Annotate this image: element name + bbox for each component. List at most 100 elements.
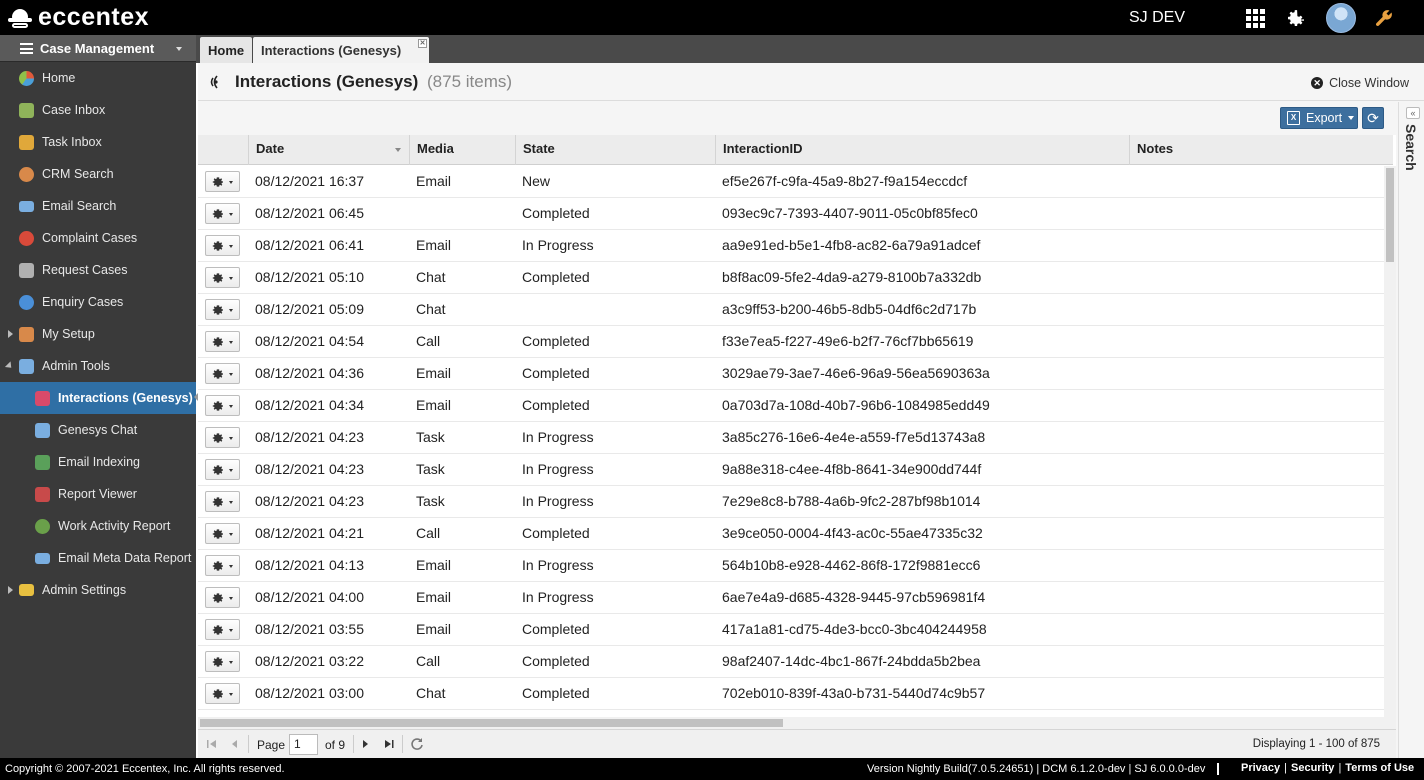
column-notes[interactable]: Notes xyxy=(1129,135,1393,165)
column-interaction-id[interactable]: InteractionID xyxy=(715,135,1129,165)
table-row[interactable]: 08/12/2021 04:23 Task In Progress 7e29e8c8-… xyxy=(198,486,1384,518)
sidebar-item-complaint-cases[interactable]: Complaint Cases xyxy=(0,222,196,254)
row-actions-button[interactable] xyxy=(205,235,240,256)
cell-date: 08/12/2021 03:00 xyxy=(255,685,364,701)
next-page-icon[interactable] xyxy=(359,738,371,750)
table-row[interactable]: 08/12/2021 04:21 Call Completed 3e9ce050-00… xyxy=(198,518,1384,550)
sidebar-header[interactable]: Case Management xyxy=(0,35,196,62)
table-row[interactable]: 08/12/2021 04:34 Email Completed 0a703d7a-1… xyxy=(198,390,1384,422)
sidebar-item-request-cases[interactable]: Request Cases xyxy=(0,254,196,286)
column-label: Date xyxy=(256,141,285,156)
apps-grid-icon[interactable] xyxy=(1246,9,1266,29)
sidebar-item-case-inbox[interactable]: Case Inbox xyxy=(0,94,196,126)
sidebar-item-interactions-genesys[interactable]: Interactions (Genesys) xyxy=(0,382,196,414)
column-media[interactable]: Media xyxy=(409,135,515,165)
table-row[interactable]: 08/12/2021 04:54 Call Completed f33e7ea5-f2… xyxy=(198,326,1384,358)
row-actions-button[interactable] xyxy=(205,491,240,512)
row-actions-button[interactable] xyxy=(205,523,240,544)
user-avatar[interactable] xyxy=(1326,3,1356,33)
security-link[interactable]: Security xyxy=(1291,762,1334,774)
row-actions-button[interactable] xyxy=(205,299,240,320)
sidebar-item-enquiry-cases[interactable]: Enquiry Cases xyxy=(0,286,196,318)
settings-gear-icon[interactable] xyxy=(1284,6,1308,30)
sidebar-item-report-viewer[interactable]: Report Viewer xyxy=(0,478,196,510)
row-actions-button[interactable] xyxy=(205,203,240,224)
reload-icon[interactable] xyxy=(410,737,424,751)
table-row[interactable]: 08/12/2021 04:23 Task In Progress 9a88e318-… xyxy=(198,454,1384,486)
previous-page-icon[interactable] xyxy=(229,738,241,750)
row-actions-button[interactable] xyxy=(205,683,240,704)
table-row[interactable]: 08/12/2021 16:37 Email New ef5e267f-c9fa-45… xyxy=(198,166,1384,198)
tab-interactions-genesys[interactable]: Interactions (Genesys) ✕ xyxy=(253,37,429,63)
sidebar-item-admin-tools[interactable]: Admin Tools xyxy=(0,350,196,382)
sidebar-item-label: CRM Search xyxy=(42,167,114,181)
table-row[interactable]: 08/12/2021 03:00 Chat Completed 702eb010-83… xyxy=(198,678,1384,710)
table-row[interactable]: 08/12/2021 04:23 Task In Progress 3a85c276-… xyxy=(198,422,1384,454)
sidebar-item-genesys-chat[interactable]: Genesys Chat xyxy=(0,414,196,446)
sidebar-item-home[interactable]: Home xyxy=(0,62,196,94)
sidebar-item-email-indexing[interactable]: Email Indexing xyxy=(0,446,196,478)
row-actions-button[interactable] xyxy=(205,459,240,480)
sidebar-item-admin-settings[interactable]: Admin Settings xyxy=(0,574,196,606)
scrollbar-thumb[interactable] xyxy=(200,719,783,727)
eccentex-logo[interactable]: eccentex xyxy=(8,3,149,32)
export-button[interactable]: X Export xyxy=(1280,107,1358,129)
row-actions-button[interactable] xyxy=(205,363,240,384)
table-row[interactable]: 08/12/2021 03:55 Email Completed 417a1a81-c… xyxy=(198,614,1384,646)
expand-arrow-icon[interactable] xyxy=(8,586,13,594)
sidebar-header-label: Case Management xyxy=(40,40,155,56)
row-actions-button[interactable] xyxy=(205,395,240,416)
wrench-icon[interactable] xyxy=(1374,8,1394,28)
first-page-icon[interactable] xyxy=(206,738,218,750)
expand-arrow-icon[interactable] xyxy=(8,330,13,338)
sidebar-item-my-setup[interactable]: My Setup xyxy=(0,318,196,350)
collapse-arrow-icon[interactable] xyxy=(4,361,15,371)
sidebar-item-task-inbox[interactable]: Task Inbox xyxy=(0,126,196,158)
table-row[interactable]: 08/12/2021 04:36 Email Completed 3029ae79-3… xyxy=(198,358,1384,390)
cell-date: 08/12/2021 04:21 xyxy=(255,525,364,541)
version-text: Version Nightly Build(7.0.5.24651) | DCM… xyxy=(867,763,1206,775)
vertical-scrollbar[interactable] xyxy=(1384,166,1396,717)
tab-home[interactable]: Home xyxy=(200,37,253,63)
row-actions-button[interactable] xyxy=(205,267,240,288)
row-actions-button[interactable] xyxy=(205,587,240,608)
row-actions-button[interactable] xyxy=(205,651,240,672)
horizontal-scrollbar[interactable] xyxy=(198,717,1396,729)
table-row[interactable]: 08/12/2021 05:10 Chat Completed b8f8ac09-5f… xyxy=(198,262,1384,294)
user-name[interactable]: SJ DEV xyxy=(1129,9,1185,27)
search-panel-rail[interactable]: « Search xyxy=(1398,102,1424,758)
expand-panel-icon[interactable]: « xyxy=(1406,107,1420,119)
chevron-down-icon xyxy=(229,501,233,504)
sidebar-item-label: Admin Settings xyxy=(42,583,127,597)
cell-state: In Progress xyxy=(522,493,594,509)
last-page-icon[interactable] xyxy=(383,738,395,750)
chevron-down-icon xyxy=(229,693,233,696)
scrollbar-thumb[interactable] xyxy=(1386,168,1394,262)
column-state[interactable]: State xyxy=(515,135,715,165)
privacy-link[interactable]: Privacy xyxy=(1241,762,1280,774)
table-row[interactable]: 08/12/2021 06:45 Completed 093ec9c7-7393-4… xyxy=(198,198,1384,230)
refresh-button[interactable]: ⟳ xyxy=(1362,107,1384,129)
sidebar-item-crm-search[interactable]: CRM Search xyxy=(0,158,196,190)
table-row[interactable]: 08/12/2021 04:00 Email In Progress 6ae7e4a9… xyxy=(198,582,1384,614)
cell-notes xyxy=(1129,582,1384,613)
row-actions-button[interactable] xyxy=(205,171,240,192)
cell-interaction-id: 98af2407-14dc-4bc1-867f-24bdda5b2bea xyxy=(722,653,981,669)
terms-link[interactable]: Terms of Use xyxy=(1345,762,1414,774)
table-row[interactable]: 08/12/2021 03:22 Call Completed 98af2407-14… xyxy=(198,646,1384,678)
table-row[interactable]: 08/12/2021 04:13 Email In Progress 564b10b8… xyxy=(198,550,1384,582)
row-actions-button[interactable] xyxy=(205,427,240,448)
close-window-button[interactable]: ✕ Close Window xyxy=(1311,76,1409,90)
column-date[interactable]: Date xyxy=(248,135,409,165)
cell-date: 08/12/2021 06:45 xyxy=(255,205,364,221)
sidebar-item-email-meta-data-report[interactable]: Email Meta Data Report xyxy=(0,542,196,574)
sidebar-item-email-search[interactable]: Email Search xyxy=(0,190,196,222)
table-row[interactable]: 08/12/2021 06:41 Email In Progress aa9e91ed… xyxy=(198,230,1384,262)
row-actions-button[interactable] xyxy=(205,331,240,352)
tab-close-icon[interactable]: ✕ xyxy=(418,39,427,48)
row-actions-button[interactable] xyxy=(205,555,240,576)
page-number-input[interactable]: 1 xyxy=(289,734,318,755)
sidebar-item-work-activity-report[interactable]: Work Activity Report xyxy=(0,510,196,542)
table-row[interactable]: 08/12/2021 05:09 Chat a3c9ff53-b200-46b5-8… xyxy=(198,294,1384,326)
row-actions-button[interactable] xyxy=(205,619,240,640)
